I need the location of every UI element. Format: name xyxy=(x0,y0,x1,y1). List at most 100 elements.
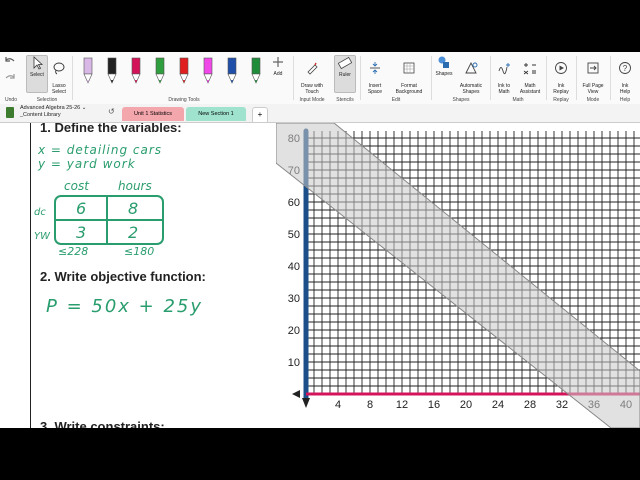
help-group: ? Ink Help Help xyxy=(611,52,639,104)
draw-with-touch-button[interactable]: Draw with Touch xyxy=(297,55,327,95)
undo-button[interactable] xyxy=(3,55,17,71)
format-background-button[interactable]: Format Background xyxy=(390,55,428,95)
replay-icon xyxy=(555,62,567,74)
page-canvas[interactable]: 1. Define the variables: x = detailing c… xyxy=(0,123,640,428)
cursor-icon xyxy=(33,56,44,70)
hours-limit: ≤180 xyxy=(124,245,155,258)
undo-group: Undo xyxy=(0,52,22,104)
insert-space-label: Insert Space xyxy=(367,83,383,95)
y-tick-label: 50 xyxy=(288,229,300,241)
pen-icon[interactable] xyxy=(224,56,240,86)
replay-group-label: Replay xyxy=(553,97,569,103)
lasso-label: Lasso Select xyxy=(52,83,66,95)
tab-new-section-1[interactable]: New Section 1 xyxy=(186,107,246,121)
ink-help-label: Ink Help xyxy=(619,83,631,95)
shapes-group-label: Shapes xyxy=(452,97,470,103)
help-group-label: Help xyxy=(619,97,631,103)
automatic-shapes-label: Automatic Shapes xyxy=(459,83,483,95)
step-1-heading: 1. Define the variables: xyxy=(40,123,182,135)
page-background-icon xyxy=(403,62,415,74)
selection-group: Select Lasso Select Selection xyxy=(24,52,70,104)
help-icon: ? xyxy=(619,62,631,74)
pen-icon[interactable] xyxy=(248,56,264,86)
insert-space-icon xyxy=(370,62,380,74)
divider xyxy=(293,56,294,100)
x-tick-label: 12 xyxy=(396,399,408,411)
redo-button[interactable] xyxy=(3,72,17,88)
redo-icon xyxy=(5,74,15,79)
notebook-icon[interactable] xyxy=(6,107,14,118)
undo-icon xyxy=(5,57,15,62)
y-tick-label: 60 xyxy=(288,197,300,209)
ink-to-math-button[interactable]: Ink to Math xyxy=(492,55,516,95)
pen-icon[interactable] xyxy=(80,56,96,86)
ink-replay-button[interactable]: Ink Replay xyxy=(549,55,573,95)
ruler-button[interactable]: Ruler xyxy=(334,55,356,93)
y-tick-label: 20 xyxy=(288,325,300,337)
x-tick-label: 20 xyxy=(460,399,472,411)
ribbon: Undo Select Lasso Select Selection Add D… xyxy=(0,52,640,105)
section-tab-bar: Advanced Algebra 25-26 ⌄ _Content Librar… xyxy=(0,104,640,123)
lasso-select-button[interactable]: Lasso Select xyxy=(49,55,69,95)
math-assistant-label: Math Assistant xyxy=(519,83,541,95)
stencils-group: Ruler Stencils xyxy=(331,52,359,104)
shapes-label: Shapes xyxy=(435,71,453,77)
add-pen-button[interactable]: Add xyxy=(268,55,288,77)
full-page-view-button[interactable]: Full Page View xyxy=(578,55,608,95)
margin-line xyxy=(30,123,31,428)
add-section-button[interactable]: + xyxy=(252,107,268,123)
table-header-hours: hours xyxy=(118,179,152,193)
coordinate-graph[interactable]: 1020304050607080481216202428323640 xyxy=(276,123,640,428)
pen-icon[interactable] xyxy=(200,56,216,86)
divider xyxy=(360,56,361,100)
y-tick-label: 30 xyxy=(288,293,300,305)
table-row-label-dc: dc xyxy=(34,207,46,218)
full-page-icon xyxy=(587,62,599,74)
select-button[interactable]: Select xyxy=(26,55,48,93)
select-label: Select xyxy=(30,72,44,78)
insert-space-button[interactable]: Insert Space xyxy=(364,55,386,95)
back-arrow-icon[interactable]: ↺ xyxy=(108,107,115,116)
input-mode-group: Draw with Touch Input Mode xyxy=(295,52,329,104)
add-label: Add xyxy=(273,71,283,77)
lasso-icon xyxy=(53,62,65,75)
plus-icon xyxy=(273,57,283,67)
shapes-button[interactable]: Shapes xyxy=(433,55,455,77)
y-tick-label: 10 xyxy=(288,357,300,369)
y-axis-arrow xyxy=(302,398,310,408)
math-group-label: Math xyxy=(512,97,524,103)
automatic-shapes-button[interactable]: Automatic Shapes xyxy=(454,55,488,95)
math-assistant-button[interactable]: Math Assistant xyxy=(516,55,544,95)
x-tick-label: 32 xyxy=(556,399,568,411)
ink-help-button[interactable]: ? Ink Help xyxy=(613,55,637,95)
variable-x-definition: x = detailing cars xyxy=(38,143,163,157)
table-cell: 2 xyxy=(128,223,139,242)
ink-to-math-icon xyxy=(498,63,510,75)
replay-group: Ink Replay Replay xyxy=(547,52,575,104)
ruler-icon xyxy=(338,56,352,70)
svg-text:?: ? xyxy=(623,64,628,73)
drawing-tools-group: Add Drawing Tools xyxy=(76,52,292,104)
pen-icon[interactable] xyxy=(152,56,168,86)
pen-icon[interactable] xyxy=(128,56,144,86)
x-tick-label: 16 xyxy=(428,399,440,411)
draw-with-touch-label: Draw with Touch xyxy=(301,83,323,95)
input-mode-group-label: Input Mode xyxy=(299,97,325,103)
notebook-name: Advanced Algebra 25-26 xyxy=(20,105,81,111)
ruler-label: Ruler xyxy=(339,72,351,78)
notebook-selector[interactable]: Advanced Algebra 25-26 ⌄ _Content Librar… xyxy=(20,105,86,119)
mode-group: Full Page View Mode xyxy=(577,52,609,104)
ink-replay-label: Ink Replay xyxy=(553,83,569,95)
table-cell: 8 xyxy=(128,199,139,218)
undo-group-label: Undo xyxy=(5,97,17,103)
objective-function: P = 50x + 25y xyxy=(46,296,204,317)
edit-group: Insert Space Format Background Edit xyxy=(362,52,430,104)
divider xyxy=(72,56,73,100)
table-grid xyxy=(54,195,164,245)
pen-icon[interactable] xyxy=(176,56,192,86)
pen-icon[interactable] xyxy=(104,56,120,86)
tab-unit-1-statistics[interactable]: Unit 1 Statistics xyxy=(122,107,184,121)
math-group: Ink to Math Math Assistant Math xyxy=(491,52,545,104)
x-tick-label: 28 xyxy=(524,399,536,411)
onenote-window: Undo Select Lasso Select Selection Add D… xyxy=(0,52,640,428)
